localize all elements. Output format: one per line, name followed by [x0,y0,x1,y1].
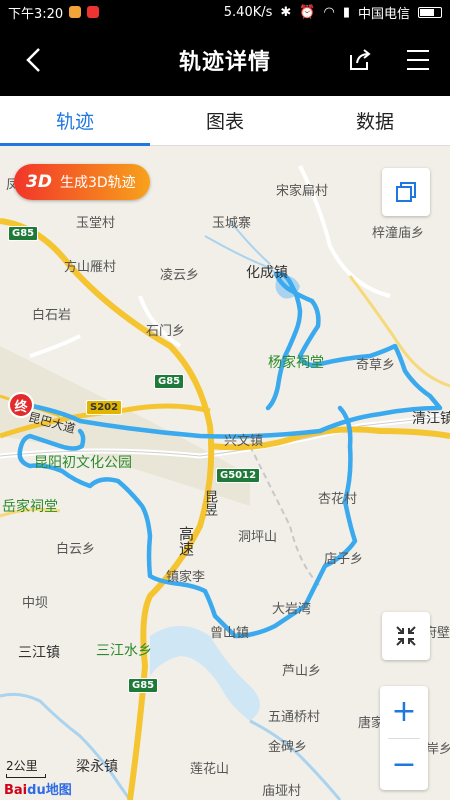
road-label: 高速 [177,526,195,556]
app-notification-icon-2 [87,6,100,18]
place-label: 曾山镇 [210,626,250,641]
3d-badge: 3D [26,172,52,192]
tab-track[interactable]: 轨迹 [0,96,150,146]
place-label: 宋家扁村 [276,184,329,199]
status-time: 下午3:20 [8,6,64,22]
tab-data[interactable]: 数据 [300,96,450,145]
map-layers-button[interactable] [382,168,430,216]
place-label: 杏花村 [318,492,358,507]
highway-shield: S202 [86,400,123,415]
place-label: 芦山乡 [282,664,322,679]
network-speed: 5.40K/s [223,4,273,20]
carrier-name: 中国电信 [357,6,410,22]
place-label: 杨家祠堂 [268,355,324,371]
generate-3d-label: 生成3D轨迹 [59,175,136,191]
place-label: 白石岩 [32,308,72,323]
place-label: 洞坪山 [238,530,278,545]
bluetooth-icon: ✱ [280,4,292,20]
wifi-icon: ◠ [323,4,335,20]
place-label: 镇家李 [166,570,206,585]
generate-3d-track-button[interactable]: 3D 生成3D轨迹 [14,164,150,200]
status-bar: 下午3:20 5.40K/s ✱ ⏰ ◠ ▮ 中国电信 [0,0,450,24]
collapse-arrows-icon [396,626,416,646]
share-icon [350,49,371,70]
place-label: 化成镇 [246,265,288,281]
end-marker[interactable]: 终 [8,392,34,418]
tab-chart[interactable]: 图表 [150,96,300,145]
logo-text-a: Bai [4,783,28,798]
place-label: 石门乡 [146,324,186,339]
zoom-control: + − [380,686,428,790]
signal-icon: ▮ [342,4,350,20]
place-label: 中坝 [22,596,49,611]
place-label: 玉城寨 [212,216,252,231]
road-label: 昆昱 [202,490,217,516]
map-scale-bar [6,774,46,778]
place-label: 岸乡 [426,742,450,757]
place-label: 奇草乡 [356,358,396,373]
layers-icon [396,182,416,202]
share-button[interactable] [338,38,382,82]
app-notification-icon [69,6,82,18]
place-label: 三江镇 [18,645,60,661]
place-label: 莲花山 [190,762,230,777]
zoom-out-button[interactable]: − [380,739,428,791]
place-label: 金碑乡 [268,740,308,755]
place-label: 五通桥村 [268,710,321,725]
fit-route-button[interactable] [382,612,430,660]
place-label: 兴文镇 [224,434,264,449]
baidu-map-logo: Baidu地图 [4,779,72,798]
place-label: 昆阳初文化公园 [34,455,132,471]
highway-shield: G85 [154,374,185,389]
place-label: 玉堂村 [76,216,116,231]
place-label: 梓潼庙乡 [372,226,425,241]
map-scale: 2公里 [6,759,38,773]
place-label: 方山雁村 [64,260,117,275]
top-app-bar: 轨迹详情 [0,24,450,96]
place-label: 清江镇 [412,411,450,427]
alarm-icon: ⏰ [299,4,316,20]
logo-text-b: du地图 [27,783,72,798]
page-title: 轨迹详情 [178,50,271,75]
place-label: 岳家祠堂 [2,499,58,515]
place-label: 凌云乡 [160,268,200,283]
menu-button[interactable] [396,38,440,82]
menu-icon [407,50,429,70]
highway-shield: G85 [8,226,39,241]
place-label: 大岩湾 [272,602,312,617]
map-view[interactable]: 凤 宋家扁村 玉堂村 玉城寨 梓潼庙乡 方山雁村 凌云乡 化成镇 白石岩 石门乡… [0,146,450,800]
highway-shield: G5012 [216,468,261,483]
zoom-in-button[interactable]: + [380,686,428,738]
place-label: 梁永镇 [76,759,118,775]
place-label: 三江水乡 [96,643,152,659]
battery-icon [418,6,442,18]
place-label: 庙垭村 [262,784,302,799]
tab-bar: 轨迹 图表 数据 [0,96,450,146]
place-label: 店子乡 [324,552,364,567]
highway-shield: G85 [128,678,159,693]
place-label: 白云乡 [56,542,96,557]
